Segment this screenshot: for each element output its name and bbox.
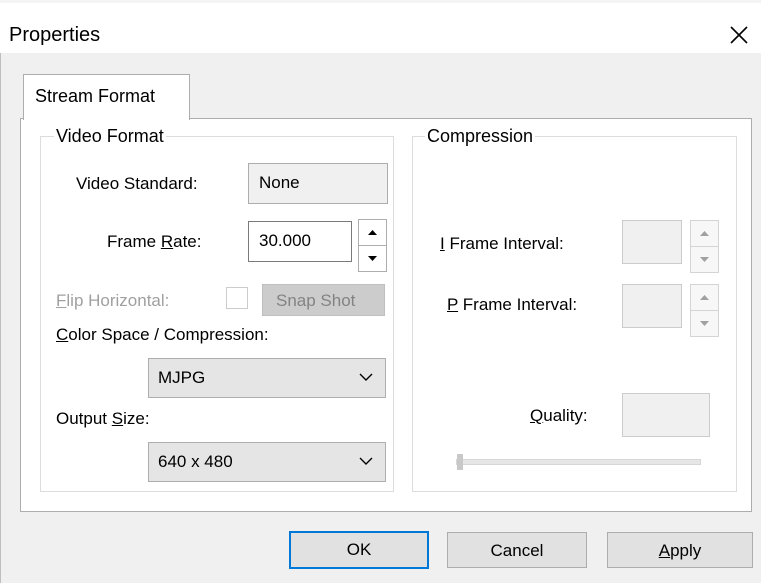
snap-shot-label: Snap Shot xyxy=(276,291,356,310)
flip-horizontal-checkbox[interactable] xyxy=(226,287,248,309)
output-size-value: 640 x 480 xyxy=(158,452,233,471)
frame-rate-label: Frame Rate: xyxy=(107,232,202,251)
video-format-legend: Video Format xyxy=(54,125,166,147)
arrow-down-icon xyxy=(700,321,709,326)
arrow-up-icon xyxy=(368,230,377,235)
frame-rate-down-button[interactable] xyxy=(358,245,387,272)
quality-slider-thumb[interactable] xyxy=(457,454,463,470)
p-frame-interval-input[interactable] xyxy=(622,284,682,328)
p-frame-interval-label: P Frame Interval: xyxy=(447,295,578,314)
flip-horizontal-label: Flip Horizontal: xyxy=(56,291,170,310)
output-size-dropdown[interactable]: 640 x 480 xyxy=(148,442,386,482)
arrow-down-icon xyxy=(700,257,709,262)
quality-input[interactable] xyxy=(622,393,710,437)
video-standard-label: Video Standard: xyxy=(76,174,198,193)
frame-rate-value: 30.000 xyxy=(259,231,311,250)
snap-shot-button[interactable]: Snap Shot xyxy=(262,284,385,316)
i-frame-down-button[interactable] xyxy=(690,246,719,273)
quality-slider-track[interactable] xyxy=(456,459,701,465)
ok-button[interactable]: OK xyxy=(289,531,429,569)
cancel-button[interactable]: Cancel xyxy=(447,532,587,568)
arrow-down-icon xyxy=(368,256,377,261)
video-standard-value: None xyxy=(259,173,300,192)
video-standard-field: None xyxy=(248,163,388,204)
compression-legend: Compression xyxy=(425,125,536,147)
p-frame-down-button[interactable] xyxy=(690,310,719,337)
i-frame-interval-input[interactable] xyxy=(622,220,682,264)
apply-button[interactable]: Apply xyxy=(607,532,753,568)
chevron-down-icon xyxy=(359,457,373,465)
i-frame-interval-label: I Frame Interval: xyxy=(440,234,564,253)
tab-label: Stream Format xyxy=(35,86,156,106)
i-frame-up-button[interactable] xyxy=(690,220,719,247)
color-space-label: Color Space / Compression: xyxy=(56,325,269,344)
frame-rate-input[interactable]: 30.000 xyxy=(248,221,352,262)
quality-label: Quality: xyxy=(530,406,588,425)
tab-stream-format[interactable]: Stream Format xyxy=(23,74,190,120)
arrow-up-icon xyxy=(700,295,709,300)
close-button[interactable] xyxy=(722,18,756,52)
p-frame-up-button[interactable] xyxy=(690,284,719,311)
window-title: Properties xyxy=(9,24,101,46)
chevron-down-icon xyxy=(359,373,373,381)
color-space-value: MJPG xyxy=(158,368,206,387)
frame-rate-up-button[interactable] xyxy=(358,219,387,246)
title-bar[interactable]: Properties xyxy=(0,3,761,53)
close-icon xyxy=(730,26,748,44)
color-space-dropdown[interactable]: MJPG xyxy=(148,358,386,398)
arrow-up-icon xyxy=(700,231,709,236)
output-size-label: Output Size: xyxy=(56,409,150,428)
